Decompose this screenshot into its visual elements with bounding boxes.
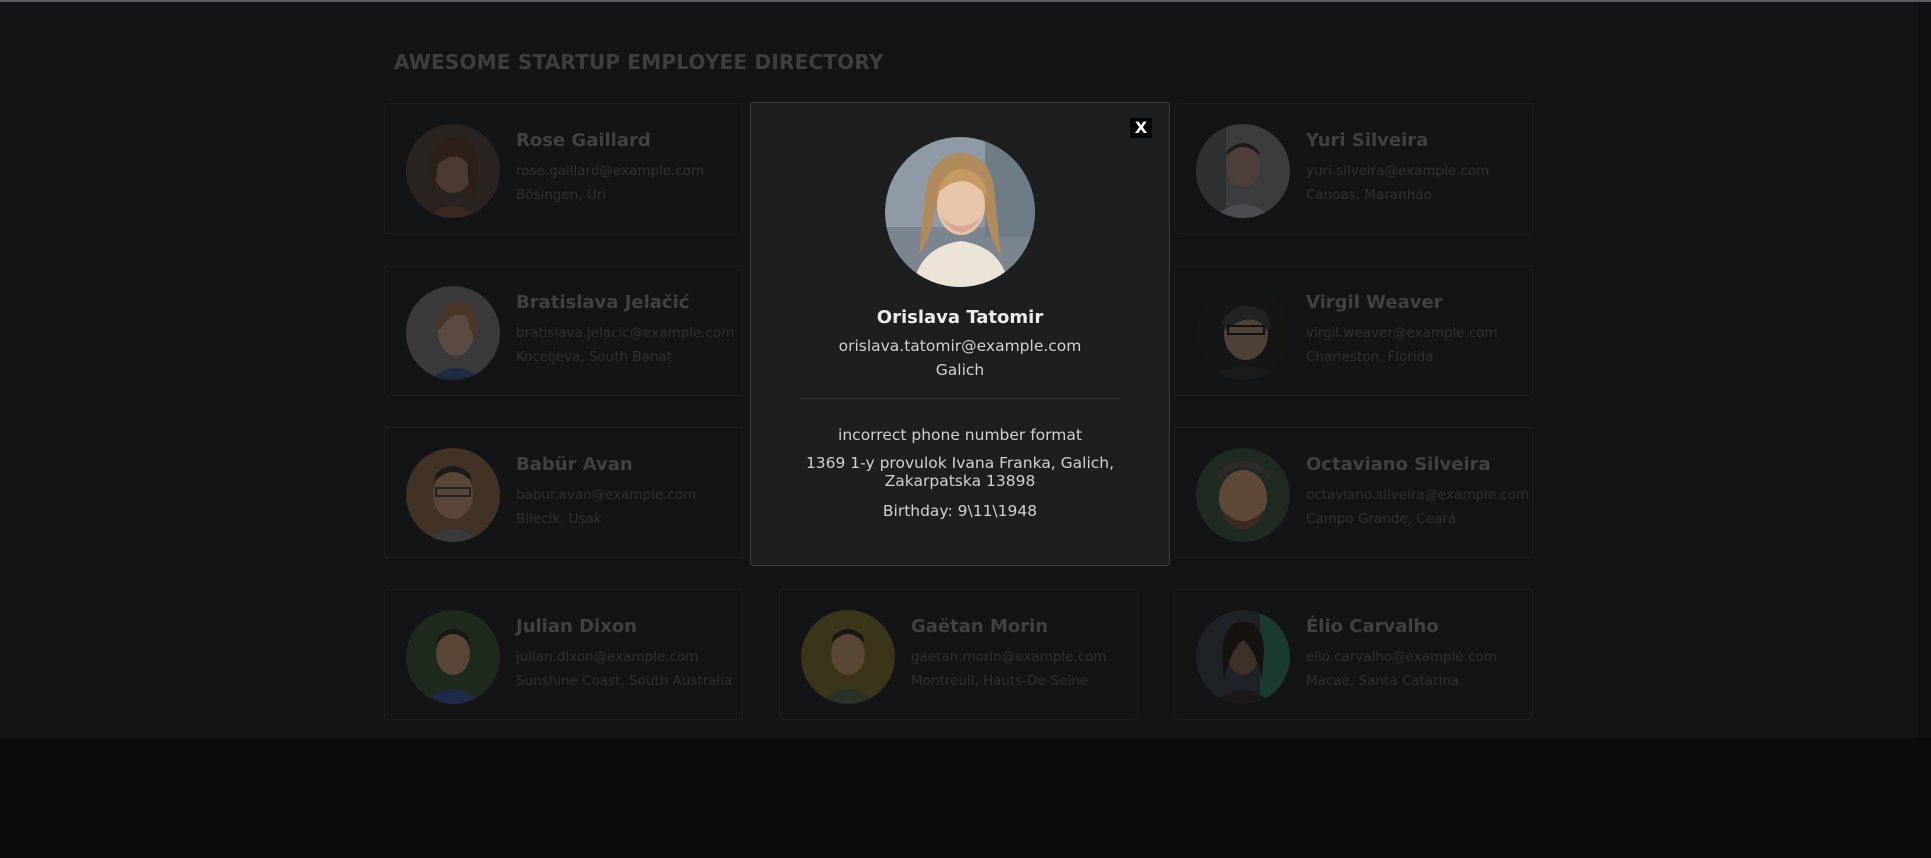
employee-email: julian.dixon@example.com <box>516 649 699 665</box>
employee-location: Bilecik, Uşak <box>516 511 602 527</box>
employee-card[interactable]: Virgil Weaver virgil.weaver@example.com … <box>1174 265 1533 396</box>
employee-location: Campo Grande, Ceará <box>1306 511 1457 527</box>
close-button[interactable]: X <box>1130 118 1152 138</box>
employee-email: rose.gaillard@example.com <box>516 163 705 179</box>
employee-location: Montreuil, Hauts-De-Seine <box>911 673 1089 689</box>
employee-email: octaviano.silveira@example.com <box>1306 487 1530 503</box>
avatar <box>1196 286 1290 380</box>
employee-location: Sunshine Coast, South Australia <box>516 673 733 689</box>
employee-location: Canoas, Maranhão <box>1306 187 1432 203</box>
employee-card[interactable]: Yuri Silveira yuri.silveira@example.com … <box>1174 103 1533 234</box>
modal-avatar <box>885 137 1035 287</box>
employee-name: Julian Dixon <box>516 616 637 637</box>
employee-card[interactable]: Gaëtan Morin gaetan.morin@example.com Mo… <box>779 589 1138 720</box>
modal-divider <box>800 398 1120 399</box>
modal-birthday: Birthday: 9\11\1948 <box>882 502 1038 520</box>
avatar <box>406 610 500 704</box>
avatar <box>406 286 500 380</box>
avatar <box>801 610 895 704</box>
employee-name: Octaviano Silveira <box>1306 454 1491 475</box>
employee-email: babur.avan@example.com <box>516 487 697 503</box>
employee-email: bratislava.jelacic@example.com <box>516 325 735 341</box>
employee-card[interactable]: Élio Carvalho elio.carvalho@example.com … <box>1174 589 1533 720</box>
employee-card[interactable]: Babür Avan babur.avan@example.com Bileci… <box>384 427 743 558</box>
employee-email: gaetan.morin@example.com <box>911 649 1107 665</box>
employee-email: yuri.silveira@example.com <box>1306 163 1490 179</box>
employee-location: Koceljeva, South Banat <box>516 349 673 365</box>
avatar <box>1196 448 1290 542</box>
employee-name: Rose Gaillard <box>516 130 651 151</box>
employee-card[interactable]: Bratislava Jelačić bratislava.jelacic@ex… <box>384 265 743 396</box>
employee-name: Gaëtan Morin <box>911 616 1049 637</box>
employee-email: virgil.weaver@example.com <box>1306 325 1498 341</box>
modal-email: orislava.tatomir@example.com <box>838 337 1082 355</box>
avatar <box>1196 610 1290 704</box>
employee-card[interactable]: Octaviano Silveira octaviano.silveira@ex… <box>1174 427 1533 558</box>
employee-name: Babür Avan <box>516 454 633 475</box>
modal-phone: incorrect phone number format <box>838 426 1082 444</box>
employee-name: Yuri Silveira <box>1306 130 1429 151</box>
modal-city: Galich <box>935 361 985 379</box>
employee-card[interactable]: Julian Dixon julian.dixon@example.com Su… <box>384 589 743 720</box>
employee-location: Macaé, Santa Catarina <box>1306 673 1460 689</box>
avatar <box>406 124 500 218</box>
employee-name: Virgil Weaver <box>1306 292 1443 313</box>
modal-name: Orislava Tatomir <box>876 307 1044 328</box>
avatar <box>406 448 500 542</box>
employee-email: elio.carvalho@example.com <box>1306 649 1497 665</box>
page-title: AWESOME STARTUP EMPLOYEE DIRECTORY <box>394 50 884 74</box>
employee-location: Charleston, Florida <box>1306 349 1434 365</box>
modal-address: 1369 1-y provulok Ivana Franka, Galich, … <box>805 454 1115 490</box>
employee-card[interactable]: Rose Gaillard rose.gaillard@example.com … <box>384 103 743 234</box>
employee-location: Bösingen, Uri <box>516 187 607 203</box>
employee-modal: X Orislava Tatomir orislava.tatomir@exam… <box>750 102 1170 566</box>
avatar <box>1196 124 1290 218</box>
employee-name: Bratislava Jelačić <box>516 292 690 313</box>
scrollbar-track[interactable] <box>1918 2 1931 738</box>
employee-name: Élio Carvalho <box>1306 616 1439 637</box>
